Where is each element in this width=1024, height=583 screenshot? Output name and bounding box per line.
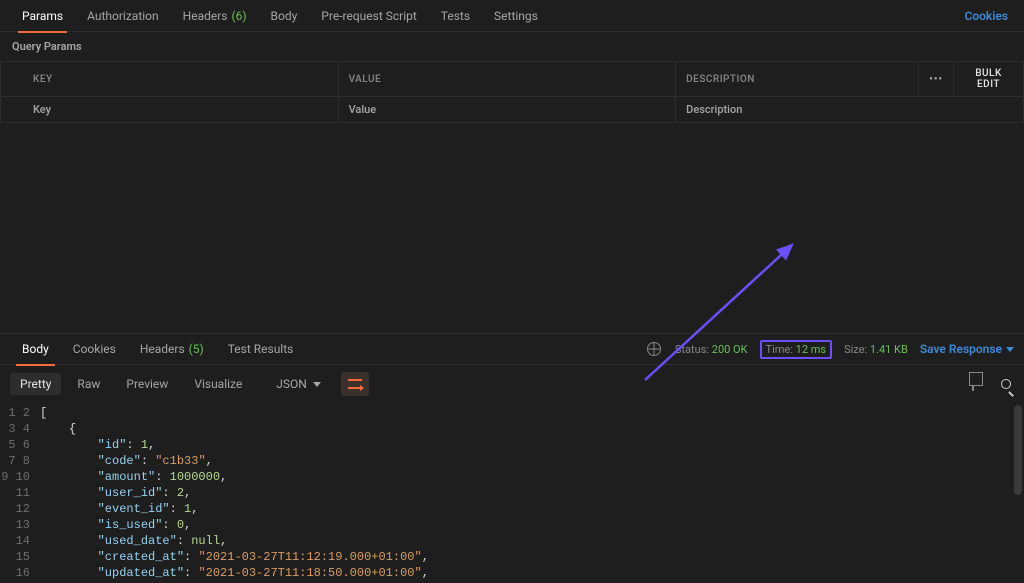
- request-tabs-bar: Params Authorization Headers (6) Body Pr…: [0, 0, 1024, 32]
- params-header-description: DESCRIPTION: [676, 62, 919, 97]
- resp-headers-label: Headers: [140, 342, 185, 356]
- tab-prerequest[interactable]: Pre-request Script: [309, 0, 428, 32]
- tab-tests[interactable]: Tests: [429, 0, 482, 32]
- tab-headers[interactable]: Headers (6): [171, 0, 259, 32]
- body-type-select[interactable]: JSON: [266, 373, 331, 395]
- view-raw-button[interactable]: Raw: [67, 373, 110, 395]
- copy-button[interactable]: [972, 376, 988, 392]
- code-content[interactable]: [ { "id": 1, "code": "c1b33", "amount": …: [40, 403, 458, 583]
- body-toolbar: Pretty Raw Preview Visualize JSON: [0, 365, 1024, 403]
- resp-tab-test-results[interactable]: Test Results: [216, 333, 306, 365]
- param-key-input[interactable]: Key: [1, 97, 339, 123]
- resp-headers-count: (5): [189, 342, 204, 356]
- tab-authorization[interactable]: Authorization: [75, 0, 171, 32]
- chevron-down-icon: [313, 382, 321, 387]
- view-pretty-button[interactable]: Pretty: [10, 373, 61, 395]
- resp-tab-cookies[interactable]: Cookies: [61, 333, 128, 365]
- search-response-button[interactable]: [998, 376, 1014, 392]
- chevron-down-icon: [1006, 347, 1014, 352]
- params-row[interactable]: Key Value Description: [1, 97, 1024, 123]
- cookies-link[interactable]: Cookies: [964, 9, 1014, 23]
- view-preview-button[interactable]: Preview: [116, 373, 178, 395]
- line-number-gutter: 1 2 3 4 5 6 7 8 9 10 11 12 13 14 15 16 1…: [0, 403, 40, 583]
- tab-settings[interactable]: Settings: [482, 0, 550, 32]
- params-header-value: VALUE: [338, 62, 676, 97]
- globe-icon[interactable]: [647, 342, 661, 356]
- status-code: Status: 200 OK: [675, 343, 748, 356]
- wrap-icon: [348, 379, 362, 389]
- query-params-title: Query Params: [0, 32, 1024, 61]
- bulk-edit-button[interactable]: Bulk Edit: [954, 62, 1024, 97]
- wrap-lines-button[interactable]: [341, 372, 369, 396]
- view-visualize-button[interactable]: Visualize: [184, 373, 252, 395]
- scrollbar[interactable]: [1012, 403, 1022, 583]
- params-more-button[interactable]: •••: [919, 62, 954, 97]
- search-icon: [1001, 379, 1011, 389]
- tab-body[interactable]: Body: [259, 0, 310, 32]
- params-header-key: KEY: [1, 62, 339, 97]
- response-body-editor[interactable]: 1 2 3 4 5 6 7 8 9 10 11 12 13 14 15 16 1…: [0, 403, 1024, 583]
- tab-headers-label: Headers: [183, 9, 228, 23]
- tab-params[interactable]: Params: [10, 0, 75, 32]
- param-description-input[interactable]: Description: [676, 97, 1024, 123]
- tab-headers-count: (6): [232, 9, 247, 23]
- status-time: Time: 12 ms: [760, 340, 833, 359]
- status-size: Size: 1.41 KB: [844, 343, 908, 356]
- param-value-input[interactable]: Value: [338, 97, 676, 123]
- resp-tab-headers[interactable]: Headers (5): [128, 333, 216, 365]
- params-table: KEY VALUE DESCRIPTION ••• Bulk Edit Key …: [0, 61, 1024, 123]
- copy-icon: [972, 375, 974, 391]
- save-response-button[interactable]: Save Response: [920, 342, 1014, 356]
- response-bar: Body Cookies Headers (5) Test Results St…: [0, 333, 1024, 365]
- resp-tab-body[interactable]: Body: [10, 333, 61, 365]
- scrollbar-thumb[interactable]: [1014, 405, 1022, 495]
